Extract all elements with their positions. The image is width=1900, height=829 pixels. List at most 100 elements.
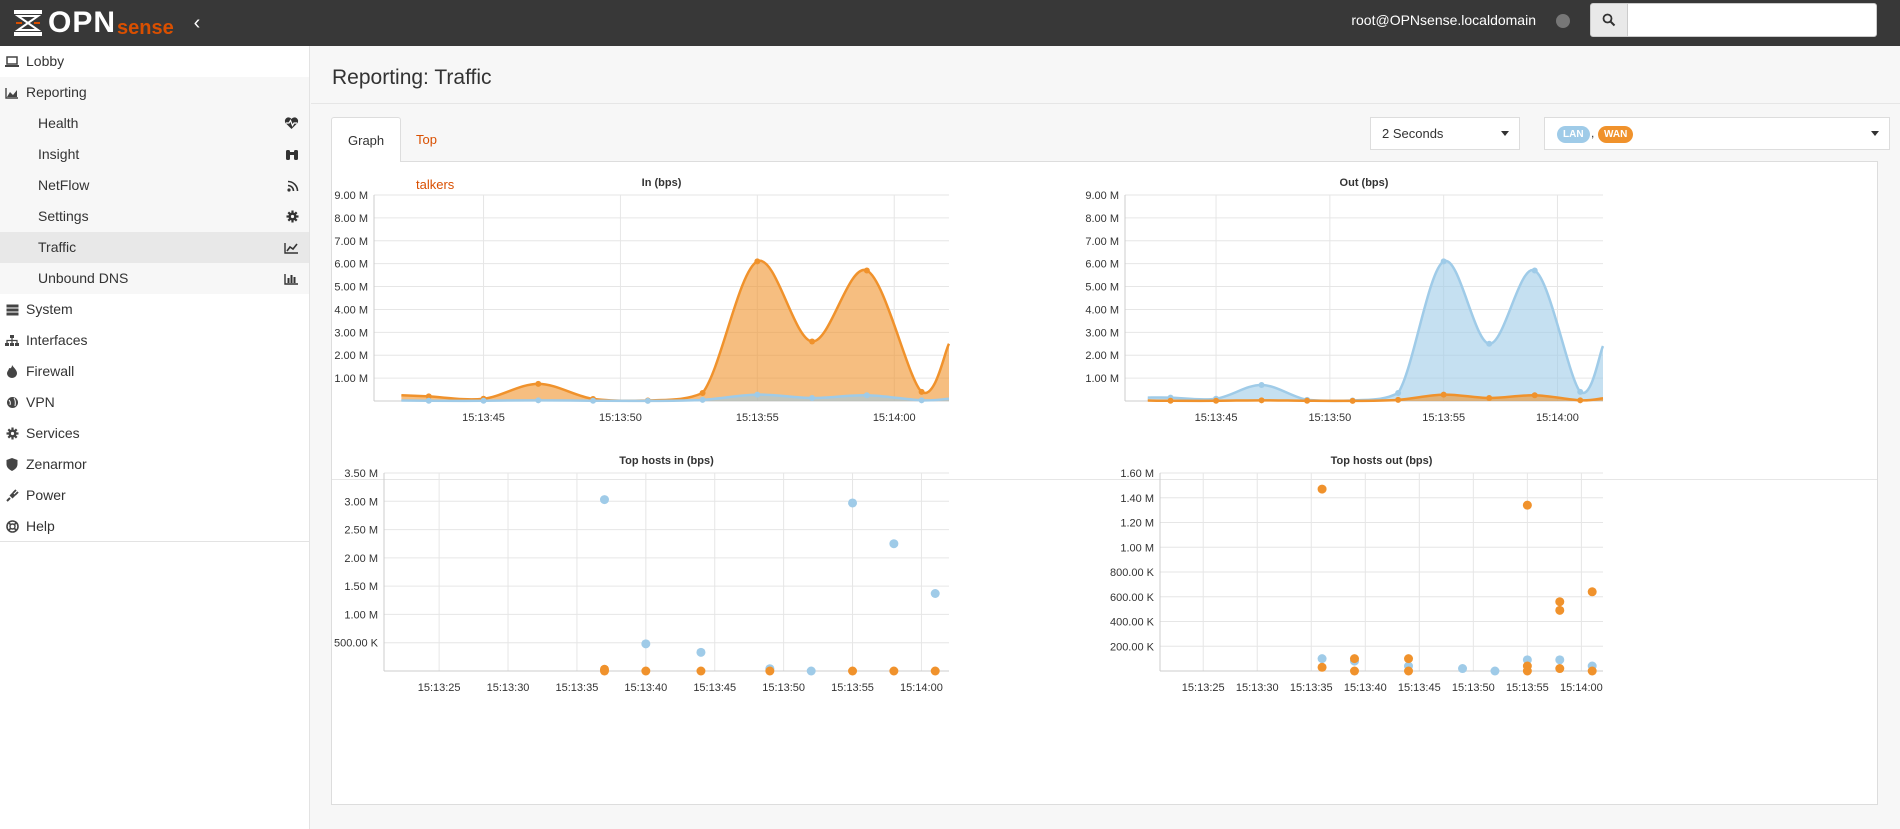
x-tick-label: 15:13:40 (624, 682, 667, 694)
data-point-lan (699, 396, 706, 403)
y-tick-label: 1.00 M (1085, 373, 1119, 385)
sitemap-icon (4, 325, 20, 356)
sidebar-item-reporting[interactable]: Reporting (0, 77, 309, 108)
sidebar-item-label: Services (26, 425, 80, 441)
tab-graph[interactable]: Graph (331, 117, 402, 162)
y-tick-label: 600.00 K (1110, 592, 1155, 604)
area-chart-icon (4, 77, 20, 108)
sidebar-item-zenarmor[interactable]: Zenarmor (0, 449, 309, 480)
y-tick-label: 3.00 M (1085, 327, 1119, 339)
interval-select-value: 2 Seconds (1382, 126, 1444, 141)
scatter-point-wan (1587, 587, 1597, 597)
line-chart-icon (284, 232, 299, 263)
opnsense-logo-mark-icon (14, 10, 42, 36)
scatter-point-lan (1555, 655, 1565, 665)
scatter-point-lan (696, 647, 706, 657)
cog-icon (286, 201, 299, 232)
y-tick-label: 1.40 M (1120, 493, 1154, 505)
y-tick-label: 6.00 M (1085, 259, 1119, 271)
collapse-sidebar-chevron-left-icon[interactable]: ‹ (188, 10, 206, 36)
data-point-lan (754, 391, 761, 398)
sidebar-item-label: Settings (38, 208, 89, 224)
sidebar-item-insight[interactable]: Insight (0, 139, 309, 170)
sidebar-item-help[interactable]: Help (0, 511, 309, 542)
life-ring-icon (4, 511, 20, 542)
x-tick-label: 15:13:45 (462, 412, 505, 424)
opnsense-logo[interactable]: OPN sense (12, 4, 174, 42)
tab-top-talkers[interactable]: Top talkers (400, 117, 470, 192)
sidebar-item-vpn[interactable]: VPN (0, 387, 309, 418)
search-button[interactable] (1590, 3, 1628, 37)
scatter-point-wan (1555, 597, 1565, 607)
sidebar-item-unbound-dns[interactable]: Unbound DNS (0, 263, 309, 294)
interval-select[interactable]: 2 Seconds (1370, 117, 1520, 150)
y-tick-label: 400.00 K (1110, 617, 1155, 629)
scatter-point-wan (889, 666, 899, 676)
search-icon (1602, 13, 1616, 27)
sidebar-item-health[interactable]: Health (0, 108, 309, 139)
sidebar-item-label: Insight (38, 146, 80, 162)
y-tick-label: 6.00 M (334, 259, 368, 271)
data-point-wan (535, 380, 542, 387)
data-point-lan (590, 397, 597, 404)
y-tick-label: 4.00 M (334, 304, 368, 316)
y-tick-label: 9.00 M (334, 190, 368, 202)
y-tick-label: 2.00 M (344, 553, 378, 565)
x-tick-label: 15:13:40 (1344, 682, 1387, 694)
sidebar-item-label: Lobby (26, 53, 65, 69)
sidebar-item-traffic[interactable]: Traffic (0, 232, 309, 263)
user-menu[interactable]: root@OPNsense.localdomain (1351, 12, 1536, 28)
sidebar-item-label: Unbound DNS (38, 270, 129, 286)
x-tick-label: 15:13:45 (1398, 682, 1441, 694)
x-tick-label: 15:13:50 (1308, 412, 1351, 424)
charts-canvas: In (bps) 1.00 M 2.00 M 3.00 M 4.00 M 5.00 M 6.… (334, 177, 1605, 694)
x-tick-label: 15:14:00 (1536, 412, 1579, 424)
chart-title: Top hosts in (bps) (619, 455, 714, 467)
scatter-point-lan (599, 495, 609, 505)
scatter-point-wan (848, 666, 858, 676)
top-bar: OPN sense ‹ root@OPNsense.localdomain (0, 0, 1900, 46)
y-tick-label: 2.00 M (1085, 350, 1119, 362)
search-input[interactable] (1627, 3, 1877, 37)
scatter-point-wan (1349, 666, 1359, 676)
sidebar-item-netflow[interactable]: NetFlow (0, 170, 309, 201)
sidebar-item-system[interactable]: System (0, 294, 309, 325)
x-tick-label: 15:13:55 (831, 682, 874, 694)
data-point-lan (480, 397, 487, 404)
bar-chart-icon (284, 263, 299, 294)
logo-text: OPN (48, 6, 117, 39)
x-tick-label: 15:13:30 (487, 682, 530, 694)
status-indicator-icon[interactable] (1556, 14, 1570, 28)
sidebar-item-label: Power (26, 487, 66, 503)
wan-badge: WAN (1598, 126, 1634, 143)
sidebar-item-label: Health (38, 115, 79, 131)
laptop-icon (4, 46, 20, 77)
sidebar-item-interfaces[interactable]: Interfaces (0, 325, 309, 356)
x-tick-label: 15:14:00 (900, 682, 943, 694)
scatter-point-wan (765, 666, 775, 676)
x-tick-label: 15:13:45 (693, 682, 736, 694)
data-point-lan (809, 395, 816, 402)
sidebar-item-settings[interactable]: Settings (0, 201, 309, 232)
data-point-wan (918, 388, 925, 395)
chart-title: Top hosts out (bps) (1331, 455, 1433, 467)
globe-icon (4, 387, 20, 418)
x-tick-label: 15:13:50 (762, 682, 805, 694)
sidebar-item-firewall[interactable]: Firewall (0, 356, 309, 387)
data-point-wan (1349, 397, 1356, 404)
page-title: Reporting: Traffic (332, 66, 492, 89)
sidebar-item-power[interactable]: Power (0, 480, 309, 511)
x-tick-label: 15:13:25 (418, 682, 461, 694)
scatter-point-lan (848, 498, 858, 508)
scatter-point-wan (1522, 666, 1532, 676)
badge-separator: , (1591, 126, 1595, 140)
sidebar-item-lobby[interactable]: Lobby (0, 46, 309, 77)
y-tick-label: 7.00 M (334, 236, 368, 248)
page-header: Reporting: Traffic (311, 46, 1900, 104)
interface-select[interactable]: LAN , WAN (1544, 117, 1890, 150)
plug-icon (4, 480, 20, 511)
chart-title: In (bps) (642, 177, 682, 189)
heartbeat-icon (284, 108, 299, 139)
sidebar: Lobby Reporting Health Insight NetFlow S… (0, 46, 310, 829)
sidebar-item-services[interactable]: Services (0, 418, 309, 449)
